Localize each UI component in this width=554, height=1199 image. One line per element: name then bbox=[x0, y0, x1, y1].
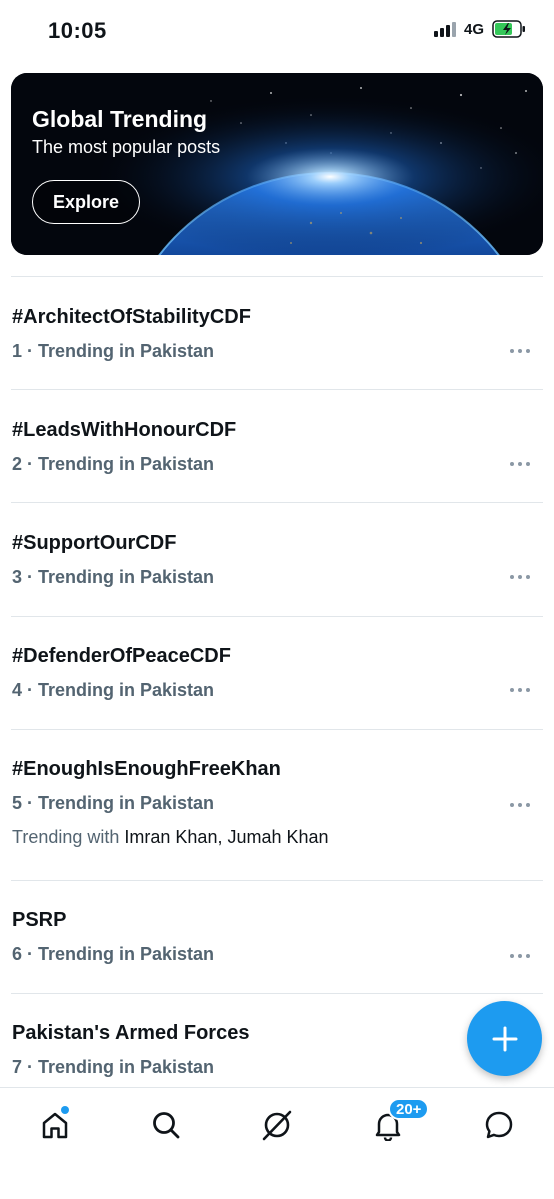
battery-icon bbox=[492, 20, 525, 38]
trend-name: #LeadsWithHonourCDF bbox=[12, 419, 237, 441]
more-icon[interactable] bbox=[510, 461, 530, 467]
trend-meta: 5 · Trending in Pakistan bbox=[12, 793, 215, 813]
more-icon[interactable] bbox=[510, 687, 530, 693]
trend-meta: 6 · Trending in Pakistan bbox=[12, 944, 215, 964]
home-unread-dot bbox=[61, 1106, 69, 1114]
status-bar: 10:05 4G bbox=[0, 0, 554, 60]
trend-name: #DefenderOfPeaceCDF bbox=[12, 645, 231, 667]
banner-subtitle: The most popular posts bbox=[32, 137, 221, 157]
message-icon bbox=[485, 1111, 513, 1139]
nav-notifications[interactable]: 20+ bbox=[368, 1098, 430, 1145]
trend-item[interactable]: #ArchitectOfStabilityCDF 1 · Trending in… bbox=[0, 277, 554, 389]
trend-item[interactable]: #SupportOurCDF 3 · Trending in Pakistan bbox=[0, 503, 554, 615]
trend-item[interactable]: #DefenderOfPeaceCDF 4 · Trending in Paki… bbox=[0, 617, 554, 729]
nav-grok[interactable] bbox=[257, 1105, 297, 1145]
trending-with: Trending with Imran Khan, Jumah Khan bbox=[12, 827, 329, 848]
trend-item[interactable]: #EnoughIsEnoughFreeKhan 5 · Trending in … bbox=[0, 730, 554, 880]
trend-item[interactable]: PSRP 6 · Trending in Pakistan bbox=[0, 881, 554, 993]
trend-meta: 7 · Trending in Pakistan bbox=[12, 1057, 215, 1077]
nav-home[interactable] bbox=[35, 1105, 75, 1145]
compose-button[interactable] bbox=[467, 1001, 542, 1076]
network-type: 4G bbox=[463, 20, 484, 38]
trend-name: #ArchitectOfStabilityCDF bbox=[12, 306, 251, 328]
trending-with-label: Trending with bbox=[12, 827, 120, 847]
global-trending-banner[interactable]: Global Trending The most popular posts E… bbox=[11, 73, 543, 255]
status-time: 10:05 bbox=[48, 18, 107, 43]
trend-name: Pakistan's Armed Forces bbox=[12, 1022, 250, 1044]
more-icon[interactable] bbox=[510, 953, 530, 959]
notifications-badge: 20+ bbox=[388, 1098, 430, 1120]
search-icon bbox=[153, 1112, 180, 1139]
trend-meta: 1 · Trending in Pakistan bbox=[12, 341, 215, 361]
trending-with-people: Imran Khan, Jumah Khan bbox=[124, 827, 329, 847]
bottom-nav: 20+ bbox=[0, 1087, 554, 1199]
trend-item[interactable]: #LeadsWithHonourCDF 2 · Trending in Paki… bbox=[0, 390, 554, 502]
earth-background-image bbox=[11, 73, 543, 255]
banner-title: Global Trending bbox=[32, 106, 208, 132]
more-icon[interactable] bbox=[510, 574, 530, 580]
trend-name: #EnoughIsEnoughFreeKhan bbox=[12, 758, 281, 780]
more-icon[interactable] bbox=[510, 348, 530, 354]
trend-name: #SupportOurCDF bbox=[12, 532, 177, 554]
trend-meta: 2 · Trending in Pakistan bbox=[12, 454, 215, 474]
nav-search[interactable] bbox=[146, 1105, 186, 1145]
status-indicators: 4G bbox=[433, 20, 526, 38]
more-icon[interactable] bbox=[510, 802, 530, 808]
nav-messages[interactable] bbox=[479, 1105, 519, 1145]
explore-button[interactable]: Explore bbox=[32, 180, 140, 224]
trend-meta: 4 · Trending in Pakistan bbox=[12, 680, 215, 700]
plus-icon bbox=[492, 1026, 517, 1051]
signal-icon bbox=[433, 21, 456, 37]
grok-icon bbox=[262, 1110, 292, 1141]
trend-meta: 3 · Trending in Pakistan bbox=[12, 567, 215, 587]
trend-name: PSRP bbox=[12, 909, 67, 931]
